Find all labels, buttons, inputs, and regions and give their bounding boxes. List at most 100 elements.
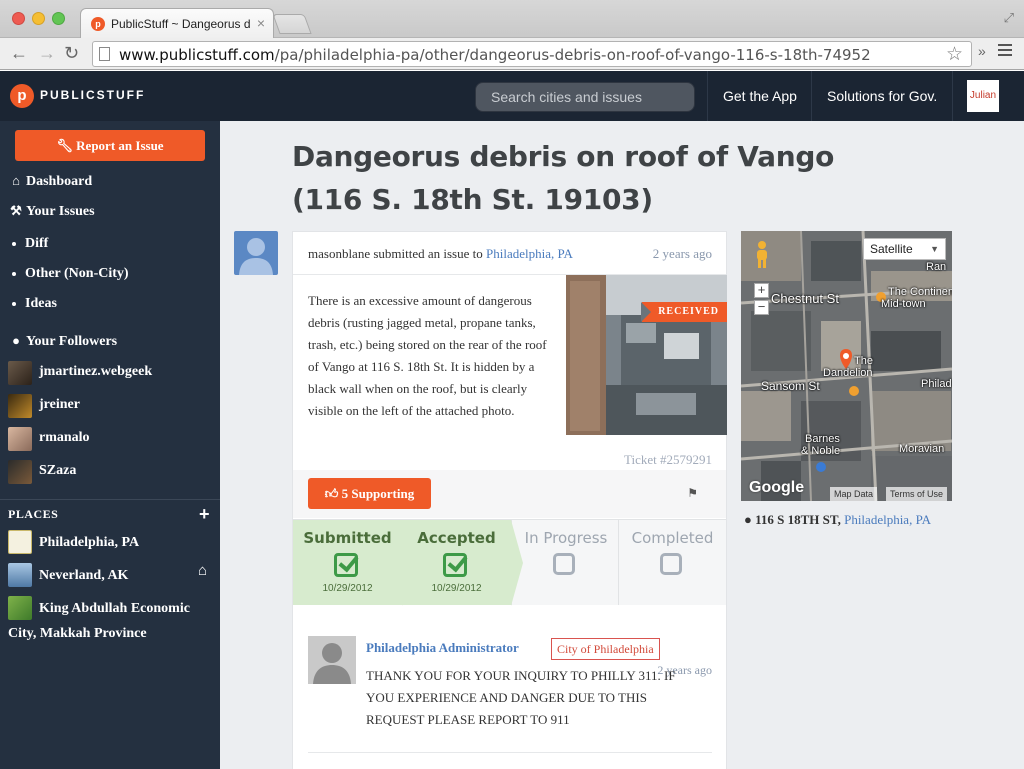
report-issue-button[interactable]: 🔧︎ Report an Issue xyxy=(15,130,205,161)
sidebar-item-other[interactable]: Other (Non-City) xyxy=(12,266,129,282)
submitter-name[interactable]: masonblane xyxy=(308,246,370,261)
issue-photo[interactable]: RECEIVED xyxy=(566,275,727,435)
issue-title: Dangeorus debris on roof of Vango (116 S… xyxy=(292,140,835,216)
checkbox-checked-icon xyxy=(334,553,358,577)
header-divider xyxy=(811,71,812,121)
sidebar-divider xyxy=(0,499,220,500)
map-zoom-in-button[interactable]: + xyxy=(754,283,769,298)
sidebar-item-your-followers[interactable]: ● Your Followers xyxy=(8,333,117,350)
map-label: Chestnut St xyxy=(771,291,839,306)
sidebar-item-label: Your Issues xyxy=(26,204,95,219)
flag-icon[interactable]: ⚑ xyxy=(687,486,698,500)
address-bar[interactable]: www.publicstuff.com/pa/philadelphia-pa/o… xyxy=(92,41,972,67)
step-label: Submitted xyxy=(303,529,392,547)
support-label: 5 Supporting xyxy=(341,486,415,501)
city-link[interactable]: Philadelphia, PA xyxy=(486,246,573,261)
sidebar-item-your-issues[interactable]: ⚒ Your Issues xyxy=(8,203,95,220)
back-icon[interactable]: ← xyxy=(10,43,28,63)
map-label: Philad xyxy=(921,378,952,390)
step-submitted: Submitted 10/29/2012 xyxy=(293,520,402,605)
report-issue-label: Report an Issue xyxy=(76,138,164,153)
step-label: In Progress xyxy=(524,529,608,547)
follower-name: SZaza xyxy=(39,463,77,478)
extensions-more-icon[interactable]: » xyxy=(978,43,986,59)
browser-toolbar: ← → ↻ www.publicstuff.com/pa/philadelphi… xyxy=(0,38,1024,70)
map-type-select[interactable]: Satellite ▼ xyxy=(863,238,946,260)
support-row: 👍︎ 5 Supporting ⚑ xyxy=(293,470,726,518)
forward-icon[interactable]: → xyxy=(38,43,56,63)
sidebar-item-dashboard[interactable]: ⌂ Dashboard xyxy=(8,173,92,190)
follower-name: jmartinez.webgeek xyxy=(39,364,153,379)
get-app-link[interactable]: Get the App xyxy=(723,88,797,104)
search-box[interactable] xyxy=(475,82,695,112)
minimize-window-button[interactable] xyxy=(32,12,45,25)
home-place-icon[interactable]: ⌂ xyxy=(198,562,207,579)
reload-icon[interactable]: ↻ xyxy=(64,43,79,63)
header-divider xyxy=(707,71,708,121)
issue-description: There is an excessive amount of dangerou… xyxy=(308,293,547,418)
browser-menu-icon[interactable] xyxy=(998,44,1012,59)
sidebar-item-king-abdullah-cont[interactable]: City, Makkah Province xyxy=(8,621,147,646)
bullet-icon xyxy=(12,241,16,246)
bullet-icon xyxy=(12,301,16,306)
places-heading: PLACES xyxy=(8,507,59,521)
place-photo-icon xyxy=(8,563,32,587)
close-window-button[interactable] xyxy=(12,12,25,25)
map-label: & Noble xyxy=(801,445,841,457)
map-zoom-out-button[interactable]: − xyxy=(754,300,769,315)
follower-name: rmanalo xyxy=(39,430,90,445)
map-label: Dandelion xyxy=(823,367,873,379)
map-data-link[interactable]: Map Data xyxy=(830,487,878,501)
search-input[interactable] xyxy=(476,83,694,111)
fullscreen-icon[interactable]: ⤢ xyxy=(1004,10,1014,26)
header-divider xyxy=(952,71,953,121)
user-avatar[interactable]: Julian xyxy=(967,80,999,112)
site-header: p PUBLICSTUFF Get the App Solutions for … xyxy=(0,71,1024,121)
publicstuff-logo-icon[interactable]: p xyxy=(10,84,34,108)
sidebar-item-king-abdullah[interactable]: King Abdullah Economic xyxy=(39,596,190,621)
url-path: /pa/philadelphia-pa/other/dangeorus-debr… xyxy=(274,46,871,64)
divider xyxy=(308,752,712,753)
map-label: Ran xyxy=(926,261,947,273)
issue-time: 2 years ago xyxy=(652,246,712,261)
default-user-icon xyxy=(313,643,351,684)
address-city-link[interactable]: Philadelphia, PA xyxy=(844,512,931,527)
zoom-window-button[interactable] xyxy=(52,12,65,25)
thumbs-up-icon: 👍︎ xyxy=(324,486,339,501)
sidebar-item-label: Ideas xyxy=(25,296,57,311)
support-button[interactable]: 👍︎ 5 Supporting xyxy=(308,478,431,509)
main-content: Dangeorus debris on roof of Vango (116 S… xyxy=(220,121,1024,769)
logo-text[interactable]: PUBLICSTUFF xyxy=(40,88,145,102)
terms-link[interactable]: Terms of Use xyxy=(886,487,948,501)
submitted-text: submitted an issue to xyxy=(373,246,483,261)
place-logo-icon xyxy=(8,596,32,620)
issue-submitted-line: masonblane submitted an issue to Philade… xyxy=(308,246,573,262)
solutions-link[interactable]: Solutions for Gov. xyxy=(827,88,937,104)
sidebar-item-ideas[interactable]: Ideas xyxy=(12,296,57,312)
page-icon xyxy=(99,47,110,61)
issue-address: ● 116 S 18TH ST, Philadelphia, PA xyxy=(744,512,931,528)
step-accepted: Accepted 10/29/2012 xyxy=(402,520,511,605)
step-label: Completed xyxy=(631,529,714,547)
sidebar-item-diff[interactable]: Diff xyxy=(12,236,48,252)
google-logo[interactable]: Google xyxy=(749,479,804,497)
street-view-pegman-icon[interactable] xyxy=(755,240,769,268)
checkbox-empty-icon xyxy=(660,553,682,575)
sidebar-item-philadelphia[interactable]: Philadelphia, PA xyxy=(39,530,139,555)
sidebar-item-label: Other (Non-City) xyxy=(25,266,129,281)
reply-author[interactable]: Philadelphia Administrator xyxy=(366,640,519,656)
add-place-icon[interactable]: + xyxy=(199,504,210,525)
tab-close-icon[interactable]: × xyxy=(257,15,265,31)
location-map[interactable]: + − Satellite ▼ Ran Chestnut St The Conti… xyxy=(741,231,952,501)
step-date: 10/29/2012 xyxy=(322,583,373,594)
new-tab-button[interactable] xyxy=(272,14,312,34)
sidebar-item-neverland[interactable]: Neverland, AK xyxy=(39,563,128,588)
step-completed: Completed xyxy=(618,520,726,605)
browser-tab[interactable]: p PublicStuff ~ Dangeorus debris on roof… xyxy=(80,8,274,38)
map-label: Moravian xyxy=(899,443,945,455)
sidebar-item-label: Your Followers xyxy=(26,334,118,349)
avatar[interactable] xyxy=(308,636,356,684)
map-label: Sansom St xyxy=(761,379,820,393)
avatar[interactable] xyxy=(234,231,278,275)
bookmark-star-icon[interactable]: ☆ xyxy=(946,43,963,66)
